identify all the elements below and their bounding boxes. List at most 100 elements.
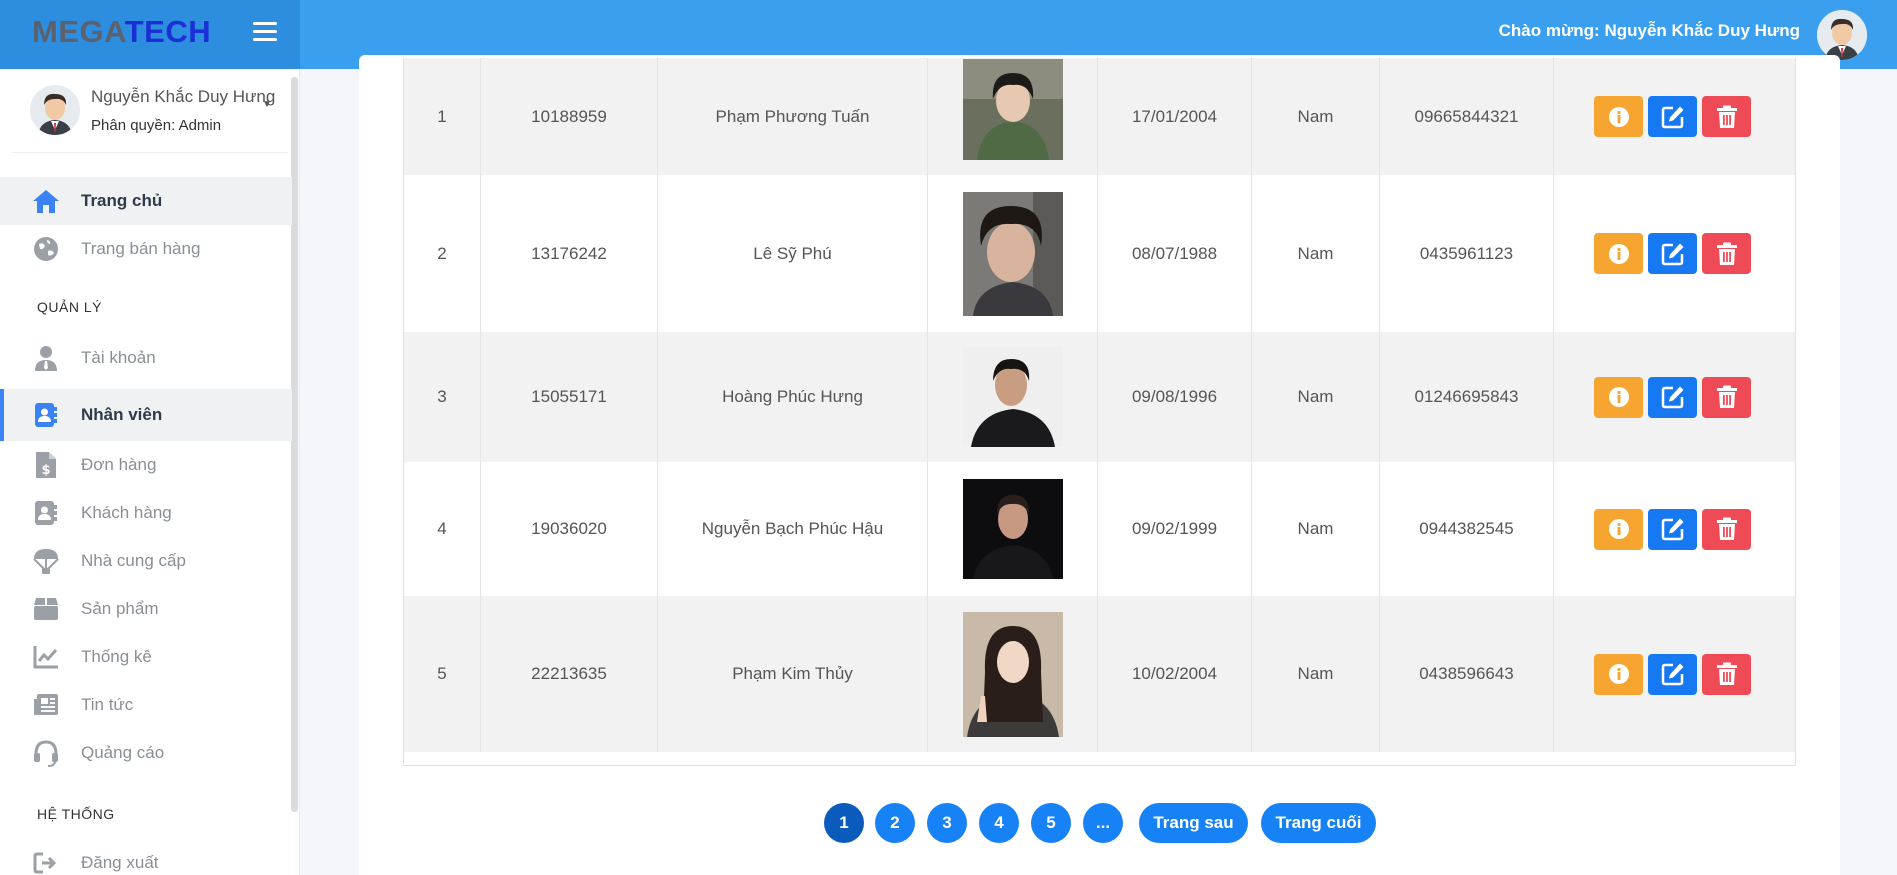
cell-stt: 4 xyxy=(404,462,481,596)
info-icon xyxy=(1608,664,1629,684)
sidebar-item-employees[interactable]: Nhân viên xyxy=(0,389,292,441)
page-5-button[interactable]: 5 xyxy=(1031,803,1071,843)
cell-dob: 10/02/2004 xyxy=(1098,596,1252,752)
info-icon xyxy=(1608,106,1629,127)
info-button[interactable] xyxy=(1594,96,1643,137)
info-button[interactable] xyxy=(1594,508,1643,550)
sidebar-item-store[interactable]: Trang bán hàng xyxy=(0,225,292,273)
sidebar-item-products[interactable]: Sản phẩm xyxy=(0,585,292,633)
cell-gender: Nam xyxy=(1252,175,1380,332)
row-actions xyxy=(1594,96,1751,137)
sidebar: Nguyễn Khắc Duy Hưng ▼ Phân quyền: Admin… xyxy=(0,69,300,875)
cell-code: 13176242 xyxy=(481,175,658,332)
cell-code: 15055171 xyxy=(481,332,658,462)
sidebar-item-suppliers[interactable]: Nhà cung cấp xyxy=(0,537,292,585)
info-button[interactable] xyxy=(1594,653,1643,695)
trash-icon xyxy=(1716,242,1737,265)
sidebar-scrollbar[interactable] xyxy=(291,77,298,812)
delete-button[interactable] xyxy=(1702,233,1751,274)
info-icon xyxy=(1608,387,1629,407)
sidebar-item-label: Sản phẩm xyxy=(81,599,159,618)
cell-name: Hoàng Phúc Hưng xyxy=(658,332,928,462)
sidebar-item-ads[interactable]: Quảng cáo xyxy=(0,729,292,777)
page-1-button[interactable]: 1 xyxy=(824,803,864,843)
sidebar-item-home[interactable]: Trang chủ xyxy=(0,177,292,225)
user-tie-icon xyxy=(32,344,60,372)
brand-part-tech: TECH xyxy=(124,14,212,49)
cell-phone: 0435961123 xyxy=(1380,175,1554,332)
last-page-button[interactable]: Trang cuối xyxy=(1261,803,1376,843)
cell-stt: 3 xyxy=(404,332,481,462)
edit-button[interactable] xyxy=(1648,376,1697,418)
edit-button[interactable] xyxy=(1648,508,1697,550)
next-page-button[interactable]: Trang sau xyxy=(1139,803,1248,843)
newspaper-icon xyxy=(32,691,60,719)
line-chart-icon xyxy=(32,643,60,671)
sidebar-item-label: Tài khoản xyxy=(81,348,156,367)
cell-stt: 5 xyxy=(404,596,481,752)
edit-button[interactable] xyxy=(1648,233,1697,274)
chevron-down-icon[interactable]: ▼ xyxy=(262,99,272,110)
invoice-dollar-icon: $ xyxy=(32,451,60,479)
contact-card-icon xyxy=(32,499,60,527)
sidebar-item-label: Trang bán hàng xyxy=(81,239,201,258)
info-icon xyxy=(1608,243,1629,264)
user-card[interactable]: Nguyễn Khắc Duy Hưng ▼ Phân quyền: Admin xyxy=(12,69,288,153)
page-2-button[interactable]: 2 xyxy=(875,803,915,843)
home-icon xyxy=(32,187,60,215)
cell-dob: 17/01/2004 xyxy=(1098,58,1252,175)
cell-phone: 09665844321 xyxy=(1380,58,1554,175)
avatar xyxy=(30,85,80,135)
info-button[interactable] xyxy=(1594,233,1643,274)
edit-icon xyxy=(1661,243,1683,265)
edit-button[interactable] xyxy=(1648,653,1697,695)
table-row: 5 22213635 Phạm Kim Thủy 10/02/2004 Nam … xyxy=(404,596,1795,752)
page-4-button[interactable]: 4 xyxy=(979,803,1019,843)
cell-actions xyxy=(1554,175,1795,332)
sidebar-item-logout[interactable]: Đăng xuất xyxy=(0,839,292,875)
cell-code: 19036020 xyxy=(481,462,658,596)
pagination: 1 2 3 4 5 ... Trang sau Trang cuối xyxy=(0,803,1897,844)
cell-phone: 0438596643 xyxy=(1380,596,1554,752)
sidebar-item-label: Quảng cáo xyxy=(81,743,165,762)
cell-gender: Nam xyxy=(1252,58,1380,175)
cell-photo xyxy=(928,332,1098,462)
sidebar-item-accounts[interactable]: Tài khoản xyxy=(0,334,292,382)
employee-photo xyxy=(962,479,1063,579)
cell-name: Phạm Phương Tuấn xyxy=(658,58,928,175)
delete-button[interactable] xyxy=(1702,653,1751,695)
edit-button[interactable] xyxy=(1648,96,1697,137)
sidebar-item-news[interactable]: Tin tức xyxy=(0,681,292,729)
section-manage-heading: QUẢN LÝ xyxy=(37,299,102,315)
cell-gender: Nam xyxy=(1252,462,1380,596)
sidebar-item-customers[interactable]: Khách hàng xyxy=(0,489,292,537)
delete-button[interactable] xyxy=(1702,376,1751,418)
welcome-text: Chào mừng: Nguyễn Khắc Duy Hưng xyxy=(1498,21,1800,40)
user-name: Nguyễn Khắc Duy Hưng xyxy=(91,87,276,106)
globe-icon xyxy=(32,235,60,263)
cell-photo xyxy=(928,462,1098,596)
trash-icon xyxy=(1716,662,1737,685)
more-pages-button[interactable]: ... xyxy=(1083,803,1123,843)
info-button[interactable] xyxy=(1594,376,1643,418)
sidebar-item-label: Đăng xuất xyxy=(81,853,159,872)
sidebar-item-stats[interactable]: Thống kê xyxy=(0,633,292,681)
brand-logo[interactable]: MEGATECH xyxy=(32,14,211,50)
cell-stt: 1 xyxy=(404,58,481,175)
row-actions xyxy=(1594,376,1751,418)
delete-button[interactable] xyxy=(1702,96,1751,137)
cell-actions xyxy=(1554,462,1795,596)
employee-photo xyxy=(962,59,1063,160)
edit-icon xyxy=(1661,518,1683,541)
cell-phone: 01246695843 xyxy=(1380,332,1554,462)
cell-dob: 09/02/1999 xyxy=(1098,462,1252,596)
employee-photo xyxy=(962,611,1063,737)
cell-name: Lê Sỹ Phú xyxy=(658,175,928,332)
delete-button[interactable] xyxy=(1702,508,1751,550)
cell-actions xyxy=(1554,58,1795,175)
cell-phone: 0944382545 xyxy=(1380,462,1554,596)
page-3-button[interactable]: 3 xyxy=(927,803,967,843)
header-avatar[interactable] xyxy=(1817,10,1867,60)
sidebar-item-orders[interactable]: $ Đơn hàng xyxy=(0,441,292,489)
menu-toggle-icon[interactable] xyxy=(253,22,277,44)
